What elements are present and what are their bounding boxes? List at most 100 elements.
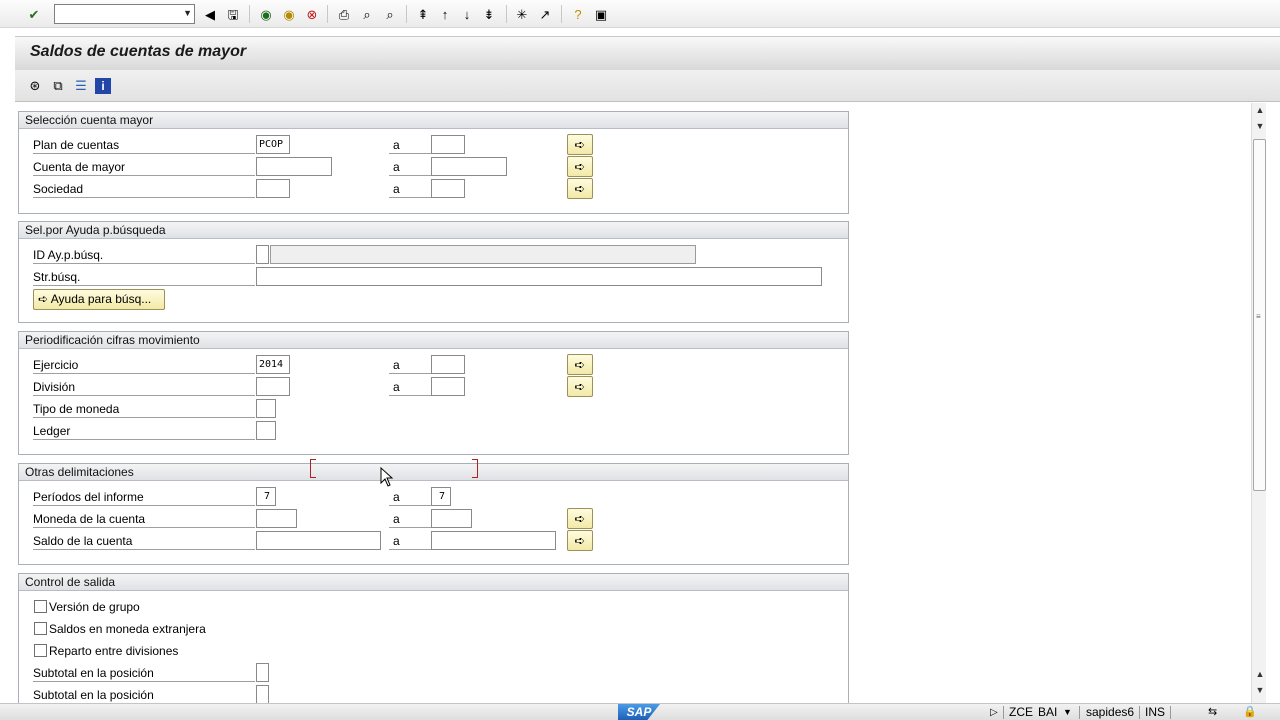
shortcut-icon[interactable]: ↗ [535,4,555,24]
previous-page-icon[interactable]: ↑ [435,4,455,24]
ledger-input[interactable] [256,421,276,440]
scroll-down-icon[interactable]: ▼ [1254,685,1266,697]
division-from-input[interactable] [256,377,290,396]
row-moneda-cuenta: Moneda de la cuenta a ➪ [19,508,848,529]
system-id: ZCE [1009,705,1033,719]
find-icon[interactable]: ⌕ [357,4,377,24]
field-label: Cuenta de mayor [33,158,255,176]
group-header: Selección cuenta mayor [19,112,848,129]
scroll-up-icon[interactable]: ▲ [1254,105,1266,117]
saldo-cuenta-from-input[interactable] [256,531,381,550]
execute-icon[interactable]: ⊛ [25,76,45,96]
last-page-icon[interactable]: ⇟ [479,4,499,24]
saldo-cuenta-to-input[interactable] [431,531,556,550]
range-label-a: a [389,488,431,506]
field-label: Ejercicio [33,356,255,374]
multiple-selection-button[interactable]: ➪ [567,508,593,529]
row-ejercicio: Ejercicio 2014 a ➪ [19,354,848,375]
info-icon[interactable]: i [95,78,111,94]
find-next-icon[interactable]: ⌕ [380,4,400,24]
button-label: Ayuda para búsq... [50,292,152,306]
row-id-ayuda: ID Ay.p.búsq. [19,245,848,265]
arrow-right-icon: ➪ [574,180,586,196]
cuenta-de-mayor-from-input[interactable] [256,157,332,176]
chevron-down-icon[interactable]: ▼ [1063,705,1072,720]
ejercicio-from-input[interactable]: 2014 [256,355,290,374]
field-label: Ledger [33,422,255,440]
multiple-selection-button[interactable]: ➪ [567,530,593,551]
connection-icon: ⇆ [1208,706,1218,718]
search-help-button[interactable]: ➪ Ayuda para búsq... [33,289,165,310]
selection-options-icon[interactable]: ☰ [71,76,91,96]
search-help-id-input[interactable] [256,245,269,264]
vertical-scrollbar[interactable]: ▲ ▼ ≡ ▲ ▼ [1251,103,1266,703]
checkbox-label: Saldos en moneda extranjera [49,622,206,636]
saldos-moneda-extranjera-checkbox[interactable] [34,622,47,635]
group-otras-delimitaciones: Otras delimitaciones Períodos del inform… [18,463,849,565]
multiple-selection-button[interactable]: ➪ [567,156,593,177]
next-page-icon[interactable]: ↓ [457,4,477,24]
scroll-up-icon[interactable]: ▲ [1254,669,1266,681]
create-session-icon[interactable]: ✳ [512,4,532,24]
subtotal-2-input[interactable] [256,685,269,704]
field-label: Períodos del informe [33,488,255,506]
moneda-cuenta-to-input[interactable] [431,509,472,528]
cancel-icon[interactable]: ⊗ [302,4,322,24]
save-icon[interactable]: 🖫 [223,4,243,24]
sociedad-from-input[interactable] [256,179,290,198]
checkbox-label: Reparto entre divisiones [49,644,179,658]
search-string-input[interactable] [256,267,822,286]
field-label: Plan de cuentas [33,136,255,154]
exit-icon[interactable]: ◉ [279,4,299,24]
help-icon[interactable]: ? [568,4,588,24]
ejercicio-to-input[interactable] [431,355,465,374]
multiple-selection-button[interactable]: ➪ [567,134,593,155]
group-header: Periodificación cifras movimiento [19,332,848,349]
back-triangle-icon[interactable]: ◀ [200,4,220,24]
periodos-to-input[interactable]: 7 [431,487,451,506]
chevron-down-icon[interactable]: ▼ [183,8,192,18]
sociedad-to-input[interactable] [431,179,465,198]
field-label: Sociedad [33,180,255,198]
command-field[interactable]: ▼ [54,4,195,24]
group-control-salida: Control de salida Versión de grupo Saldo… [18,573,849,713]
server-name: sapides6 [1086,705,1135,719]
cuenta-de-mayor-to-input[interactable] [431,157,507,176]
field-label: División [33,378,255,396]
client-id: BAI [1038,705,1058,719]
field-label: Moneda de la cuenta [33,510,255,528]
enter-check-icon[interactable]: ✔ [24,4,44,24]
title-bar: Saldos de cuentas de mayor [15,36,1280,70]
row-sociedad: Sociedad a ➪ [19,178,848,199]
arrow-right-icon: ➪ [574,378,586,394]
back-icon[interactable]: ◉ [256,4,276,24]
multiple-selection-button[interactable]: ➪ [567,178,593,199]
play-triangle-icon[interactable]: ▷ [990,705,998,720]
row-version-grupo: Versión de grupo [19,597,848,617]
scroll-down-icon[interactable]: ▼ [1254,121,1266,133]
input-mode: INS [1145,705,1166,719]
print-icon[interactable]: ⎙ [334,4,354,24]
row-help-button: ➪ Ayuda para búsq... [19,289,848,310]
range-label-a: a [389,180,431,198]
division-to-input[interactable] [431,377,465,396]
plan-de-cuentas-from-input[interactable]: PCOP [256,135,290,154]
periodos-from-input[interactable]: 7 [256,487,276,506]
row-periodos: Períodos del informe 7 a 7 [19,487,848,507]
search-help-description-field [270,245,696,264]
multiple-selection-button[interactable]: ➪ [567,354,593,375]
scrollbar-thumb[interactable]: ≡ [1253,139,1266,491]
tipo-moneda-input[interactable] [256,399,276,418]
variants-icon[interactable]: ⧉ [48,76,68,96]
reparto-divisiones-checkbox[interactable] [34,644,47,657]
multiple-selection-button[interactable]: ➪ [567,376,593,397]
subtotal-1-input[interactable] [256,663,269,682]
range-label-a: a [389,532,431,550]
moneda-cuenta-from-input[interactable] [256,509,297,528]
application-toolbar: ⊛ ⧉ ☰ i [15,70,1280,102]
group-ayuda-busqueda: Sel.por Ayuda p.búsqueda ID Ay.p.búsq. S… [18,221,849,323]
first-page-icon[interactable]: ⇞ [413,4,433,24]
customize-layout-icon[interactable]: ▣ [591,4,611,24]
plan-de-cuentas-to-input[interactable] [431,135,465,154]
version-grupo-checkbox[interactable] [34,600,47,613]
